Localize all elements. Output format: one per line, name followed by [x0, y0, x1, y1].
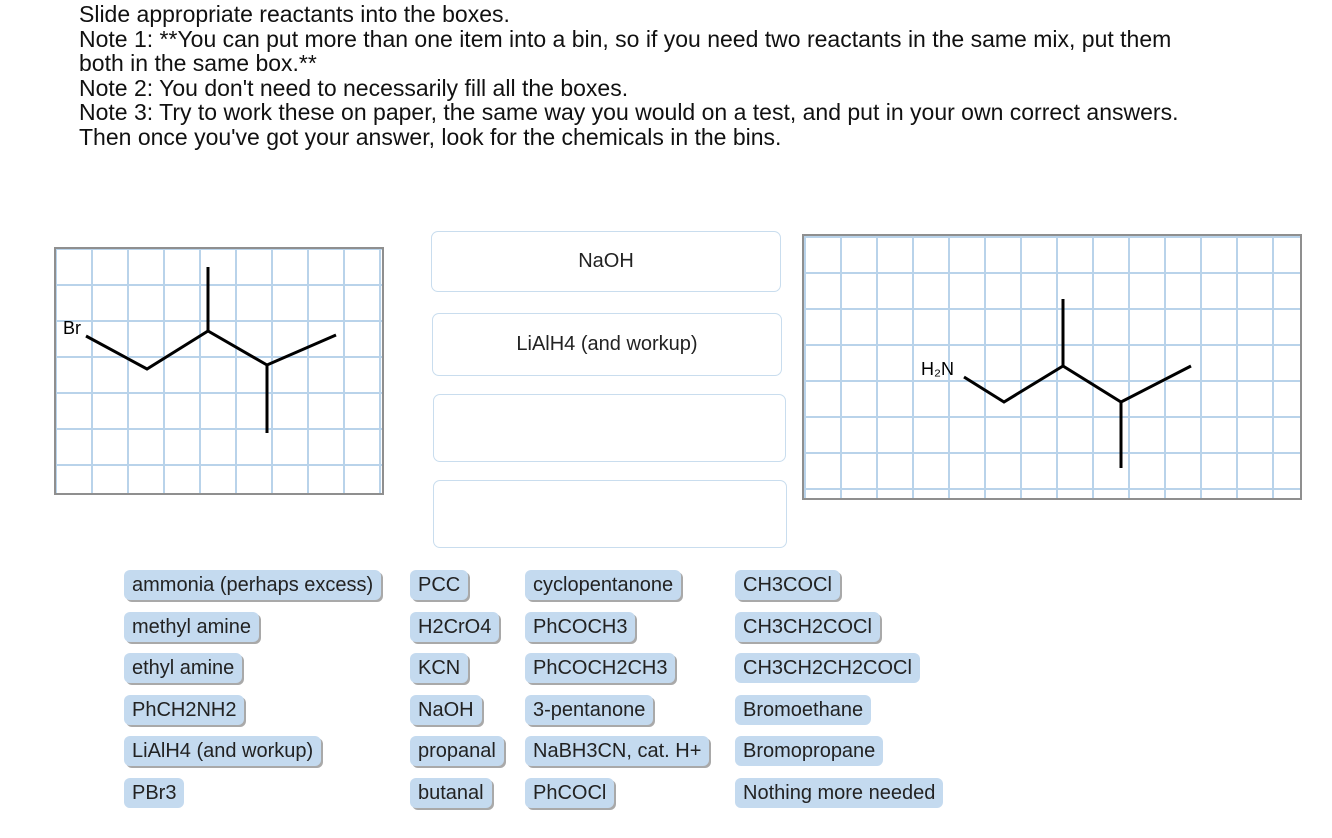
- instruction-line: both in the same box.**: [79, 50, 317, 76]
- reagent-chip[interactable]: CH3COCl: [735, 570, 840, 600]
- instruction-line: Note 1: **You can put more than one item…: [79, 25, 1172, 52]
- product-panel: H₂N: [802, 234, 1302, 500]
- reagent-chip[interactable]: propanal: [410, 736, 504, 766]
- reagent-chip[interactable]: H2CrO4: [410, 612, 500, 642]
- reagent-chip[interactable]: PhCOCH3: [525, 612, 636, 642]
- instructions: Slide appropriate reactants into the box…: [79, 2, 1319, 149]
- reagent-chip[interactable]: LiAlH4 (and workup): [124, 736, 322, 766]
- reagent-chip[interactable]: PCC: [410, 570, 469, 600]
- starting-material-structure: Br: [63, 267, 337, 433]
- reagent-chip[interactable]: NaOH: [410, 695, 482, 725]
- reagent-chip[interactable]: Nothing more needed: [735, 778, 944, 808]
- reagent-chip[interactable]: methyl amine: [124, 612, 259, 642]
- reagent-chip[interactable]: PBr3: [124, 778, 185, 808]
- reagent-drop-box-3[interactable]: [433, 394, 786, 462]
- bromine-atom-label: Br: [63, 318, 81, 338]
- instruction-line: Slide appropriate reactants into the box…: [79, 1, 510, 27]
- reagent-chip[interactable]: PhCOCH2CH3: [525, 653, 676, 683]
- reagent-chip[interactable]: CH3CH2CH2COCl: [735, 653, 920, 683]
- reagent-chip[interactable]: NaBH3CN, cat. H+: [525, 736, 710, 766]
- reagent-chip[interactable]: ethyl amine: [124, 653, 243, 683]
- reagent-drop-box-1[interactable]: NaOH: [431, 231, 781, 292]
- reagent-drop-box-4[interactable]: [433, 480, 787, 548]
- placed-reagent[interactable]: LiAlH4 (and workup): [516, 333, 697, 356]
- starting-material-panel: Br: [54, 247, 384, 495]
- reagent-drop-box-2[interactable]: LiAlH4 (and workup): [432, 313, 782, 376]
- amine-group-label: H₂N: [921, 359, 954, 379]
- reagent-chip[interactable]: butanal: [410, 778, 492, 808]
- instruction-line: Note 2: You don't need to necessarily fi…: [79, 74, 629, 101]
- reagent-chip[interactable]: ammonia (perhaps excess): [124, 570, 382, 600]
- placed-reagent[interactable]: NaOH: [578, 250, 634, 273]
- reagent-chip[interactable]: cyclopentanone: [525, 570, 682, 600]
- reagent-chip[interactable]: PhCOCl: [525, 778, 615, 808]
- carbon-chain-bond: [963, 364, 1192, 404]
- reagent-chip[interactable]: Bromoethane: [735, 695, 872, 725]
- carbon-chain-bond: [85, 329, 337, 371]
- instruction-line: Then once you've got your answer, look f…: [79, 123, 782, 150]
- reagent-chip[interactable]: 3-pentanone: [525, 695, 654, 725]
- instruction-line: Note 3: Try to work these on paper, the …: [79, 99, 1179, 125]
- reagent-chip[interactable]: CH3CH2COCl: [735, 612, 880, 642]
- reagent-chip[interactable]: PhCH2NH2: [124, 695, 245, 725]
- reagent-chip[interactable]: KCN: [410, 653, 469, 683]
- reagent-chip[interactable]: Bromopropane: [735, 736, 884, 766]
- product-structure: H₂N: [921, 299, 1192, 468]
